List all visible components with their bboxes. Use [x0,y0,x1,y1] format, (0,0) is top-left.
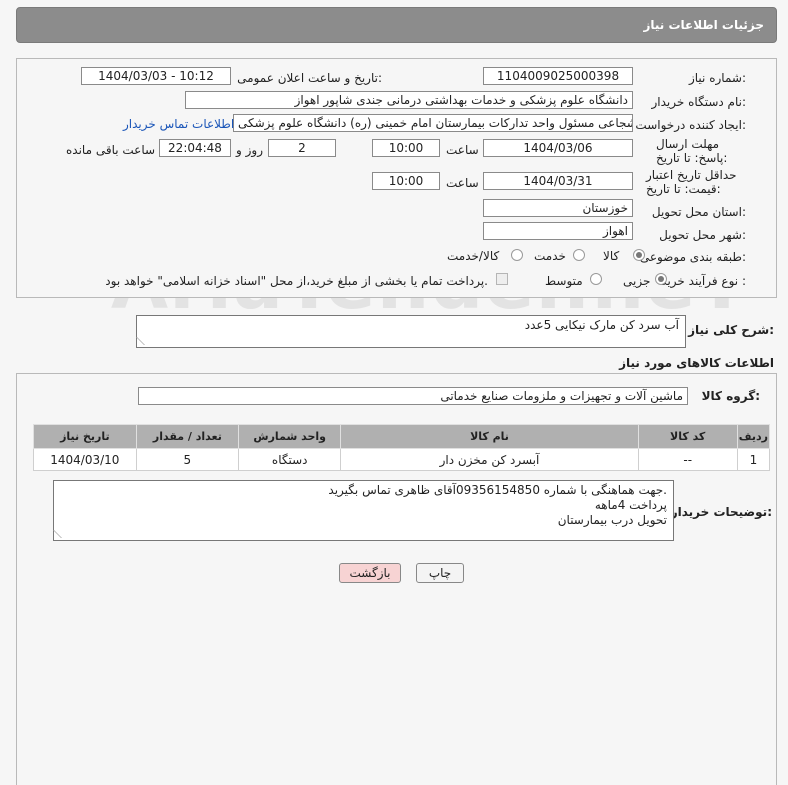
price-validity-date-field: 1404/03/31 [483,172,633,190]
reply-deadline-label: مهلت ارسال پاسخ: تا تاریخ: [656,137,728,165]
reply-deadline-date-field: 1404/03/06 [483,139,633,157]
reply-days-label: روز و [236,143,263,157]
delivery-city-field: اهواز [483,222,633,240]
col-code-header: کد کالا [637,424,738,449]
remaining-time-field: 22:04:48 [159,139,231,157]
cell-qty: 5 [135,448,240,471]
col-name-header: نام کالا [340,424,639,449]
purchase-medium-radio[interactable] [590,273,602,285]
delivery-city-label: شهر محل تحویل: [659,228,746,242]
goods-table-header: ردیف کد کالا نام کالا واحد شمارش تعداد /… [33,424,771,449]
summary-label: شرح کلی نیاز: [688,323,774,337]
resize-grip-icon[interactable] [53,530,69,538]
back-button[interactable]: بازگشت [339,563,401,583]
buyer-notes-line: پرداخت 4ماهه [594,498,667,512]
category-goods-label: کالا [603,249,620,263]
announce-datetime-field: 1404/03/03 - 10:12 [81,67,231,85]
delivery-province-label: استان محل تحویل: [651,205,746,219]
print-button[interactable]: چاپ [416,563,464,583]
reply-deadline-time-field: 10:00 [372,139,440,157]
remaining-time-label: ساعت باقی مانده [66,143,156,157]
goods-table: ردیف کد کالا نام کالا واحد شمارش تعداد /… [33,424,771,471]
buyer-notes-line: جهت هماهنگی با شماره 09356154850آقای ظاه… [328,483,667,497]
page-title: جزئیات اطلاعات نیاز [643,18,764,32]
resize-grip-icon[interactable] [136,337,152,345]
delivery-province-field: خوزستان [483,199,633,217]
category-service-label: خدمت [534,249,566,263]
page-header: جزئیات اطلاعات نیاز [16,7,777,43]
col-date-header: تاریخ نیاز [33,424,137,449]
cell-date: 1404/03/10 [33,448,137,471]
price-validity-label: حداقل تاریخ اعتبار قیمت: تا تاریخ: [646,168,737,196]
requester-field: سلمان شجاعی مسئول واحد تدارکات بیمارستان… [233,114,633,132]
price-validity-time-field: 10:00 [372,172,440,190]
requester-label: ایجاد کننده درخواست: [635,118,746,132]
treasury-payment-checkbox[interactable] [496,273,508,285]
need-number-field: 1104009025000398 [483,67,633,85]
category-label: طبقه بندی موضوعی: [639,250,746,264]
goods-section-title: اطلاعات کالاهای مورد نیاز [619,356,774,370]
purchase-medium-label: متوسط [545,274,583,288]
category-goods-radio[interactable] [633,249,645,261]
buyer-org-field: دانشگاه علوم پزشکی و خدمات بهداشتی درمان… [185,91,633,109]
buyer-notes-line: تحویل درب بیمارستان [557,513,667,527]
cell-unit: دستگاه [237,448,342,471]
summary-textarea[interactable]: آب سرد کن مارک نیکایی 5عدد [136,315,686,348]
announce-datetime-label: تاریخ و ساعت اعلان عمومی: [237,71,382,85]
table-row: 1 -- آبسرد کن مخزن دار دستگاه 5 1404/03/… [33,448,771,471]
buyer-org-label: نام دستگاه خریدار: [651,95,747,109]
category-goods-service-label: کالا/خدمت [447,249,500,263]
summary-text: آب سرد کن مارک نیکایی 5عدد [524,318,679,332]
purchase-minor-label: جزیی [623,274,651,288]
col-qty-header: تعداد / مقدار [135,424,240,449]
cell-name: آبسرد کن مخزن دار [340,448,639,471]
goods-group-label: گروه کالا: [701,389,760,403]
category-goods-service-radio[interactable] [511,249,523,261]
buyer-contact-link[interactable]: اطلاعات تماس خریدار [123,117,234,131]
purchase-minor-radio[interactable] [655,273,667,285]
reply-deadline-time-label: ساعت [446,143,479,157]
col-row-header: ردیف [736,424,771,449]
cell-row: 1 [736,448,771,471]
goods-group-field: ماشین آلات و تجهیزات و ملزومات صنایع خدم… [138,387,688,405]
buyer-notes-label: توضیحات خریدار: [670,505,772,519]
reply-days-field: 2 [268,139,336,157]
purchase-type-label: نوع فرآیند خرید : [661,274,746,288]
need-number-label: شماره نیاز: [688,71,746,85]
buyer-notes-textarea[interactable]: جهت هماهنگی با شماره 09356154850آقای ظاه… [53,480,674,541]
category-service-radio[interactable] [573,249,585,261]
treasury-payment-note: پرداخت تمام یا بخشی از مبلغ خرید،از محل … [105,274,488,288]
price-validity-time-label: ساعت [446,176,479,190]
col-unit-header: واحد شمارش [237,424,342,449]
cell-code: -- [637,448,738,471]
